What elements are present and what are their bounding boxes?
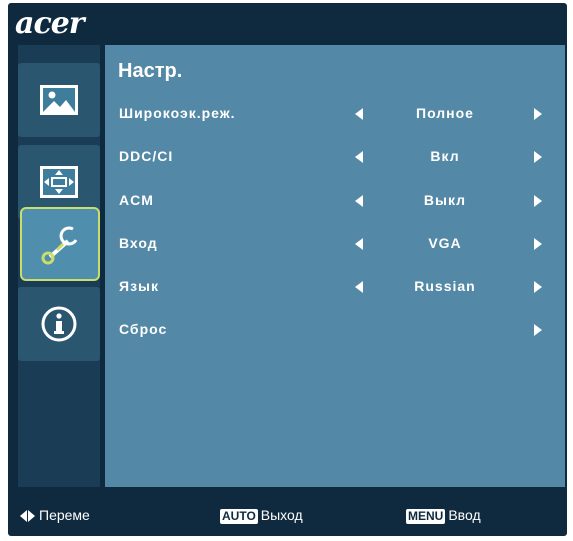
position-icon — [40, 166, 78, 198]
arrow-left-icon[interactable] — [355, 281, 363, 293]
setting-label: Вход — [119, 235, 158, 251]
arrow-right-icon[interactable] — [534, 324, 542, 336]
auto-key-badge: AUTO — [220, 508, 258, 524]
arrow-right-icon[interactable] — [534, 151, 542, 163]
hint-menu-label: Ввод — [448, 507, 481, 523]
tab-picture[interactable] — [18, 63, 100, 137]
footer-hints: Переме AUTO Выход MENU Ввод — [8, 498, 567, 528]
menu-key-badge: MENU — [406, 508, 446, 524]
arrow-left-icon[interactable] — [355, 151, 363, 163]
arrow-left-icon — [20, 510, 27, 523]
acer-logo: acer — [15, 6, 85, 41]
hint-auto-label: Выход — [260, 507, 303, 523]
setting-row-reset[interactable]: Сброс — [105, 315, 565, 345]
sidebar — [18, 45, 100, 487]
arrow-right-icon[interactable] — [534, 238, 542, 250]
osd-window: acer Настр. Широкоэк.реж. Полное DDC/CI … — [8, 3, 567, 536]
setting-label: Язык — [119, 278, 159, 294]
picture-icon — [40, 85, 78, 115]
setting-label: Сброс — [119, 321, 168, 337]
setting-value: Выкл — [423, 192, 467, 208]
setting-row-ddc-ci[interactable]: DDC/CI Вкл — [105, 142, 565, 172]
settings-panel: Настр. Широкоэк.реж. Полное DDC/CI Вкл A… — [105, 45, 565, 487]
setting-label: DDC/CI — [119, 148, 174, 164]
setting-label: ACM — [119, 192, 154, 208]
hint-menu: MENU Ввод — [406, 506, 481, 524]
arrow-left-icon[interactable] — [355, 195, 363, 207]
menu-title: Настр. — [118, 60, 183, 82]
tab-information[interactable] — [18, 287, 100, 361]
setting-row-language[interactable]: Язык Russian — [105, 272, 565, 302]
arrow-right-icon — [28, 510, 35, 523]
hint-navigate: Переме — [20, 506, 90, 524]
arrow-right-icon[interactable] — [534, 195, 542, 207]
arrow-left-icon[interactable] — [355, 108, 363, 120]
setting-value: Вкл — [430, 148, 460, 164]
wrench-setup-icon — [41, 226, 78, 265]
setting-row-input[interactable]: Вход VGA — [105, 229, 565, 259]
arrow-right-icon[interactable] — [534, 281, 542, 293]
setting-row-wide-mode[interactable]: Широкоэк.реж. Полное — [105, 99, 565, 129]
setting-value: Полное — [416, 105, 474, 121]
hint-auto: AUTO Выход — [220, 506, 303, 524]
setting-value: VGA — [428, 235, 462, 251]
arrow-left-icon[interactable] — [355, 238, 363, 250]
tab-setup[interactable] — [20, 207, 100, 281]
setting-value: Russian — [414, 278, 476, 294]
info-icon — [41, 306, 77, 342]
arrow-right-icon[interactable] — [534, 108, 542, 120]
hint-navigate-label: Переме — [39, 507, 90, 523]
setting-row-acm[interactable]: ACM Выкл — [105, 186, 565, 216]
setting-label: Широкоэк.реж. — [119, 105, 236, 121]
